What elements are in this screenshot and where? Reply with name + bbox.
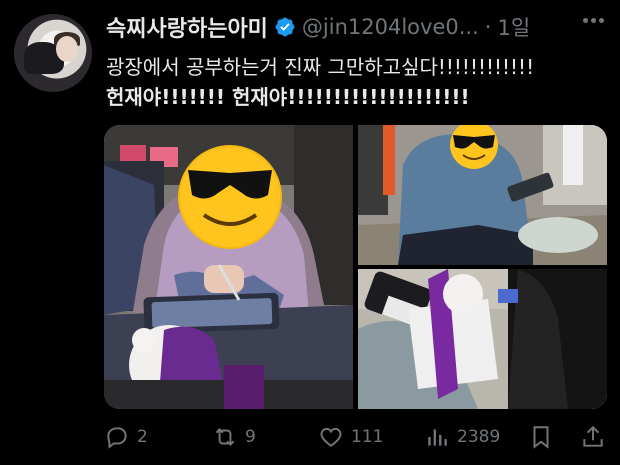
like-count: 111 (351, 427, 384, 447)
like-icon (320, 427, 342, 447)
tweet-header: 슥찌사랑하는아미 @jin1204love0... · 1일 (106, 12, 530, 42)
views-icon (428, 429, 447, 446)
views-button[interactable]: 2389 (424, 420, 500, 454)
display-name[interactable]: 슥찌사랑하는아미 (106, 11, 268, 43)
tweet-text: 광장에서 공부하는거 진짜 그만하고싶다!!!!!!!!!!!! 헌재야!!!!… (106, 52, 606, 112)
photo-1[interactable] (104, 125, 353, 409)
share-button[interactable] (580, 420, 606, 454)
views-count: 2389 (457, 427, 501, 447)
bookmark-icon (533, 426, 549, 449)
photo-2[interactable] (358, 125, 607, 265)
reply-button[interactable]: 2 (104, 420, 148, 454)
repost-icon (215, 428, 235, 446)
media-grid (104, 125, 607, 409)
repost-count: 9 (245, 427, 256, 447)
photo-3[interactable] (358, 269, 607, 409)
timestamp[interactable]: 1일 (497, 12, 530, 42)
reply-count: 2 (137, 427, 148, 447)
repost-button[interactable]: 9 (212, 420, 256, 454)
tweet-text-line-1: 광장에서 공부하는거 진짜 그만하고싶다!!!!!!!!!!!! (106, 55, 535, 79)
action-bar: 2 9 111 2389 (104, 420, 604, 454)
reply-icon (107, 427, 127, 449)
tweet-text-line-2: 헌재야!!!!!!! 헌재야!!!!!!!!!!!!!!!!!!!! (106, 85, 470, 109)
like-button[interactable]: 111 (318, 420, 383, 454)
share-icon (583, 425, 603, 447)
more-icon[interactable] (583, 18, 604, 23)
verified-badge-icon (275, 17, 295, 37)
bookmark-button[interactable] (528, 420, 554, 454)
handle[interactable]: @jin1204love0... (302, 15, 479, 39)
avatar[interactable] (14, 14, 92, 92)
separator: · (484, 15, 492, 39)
